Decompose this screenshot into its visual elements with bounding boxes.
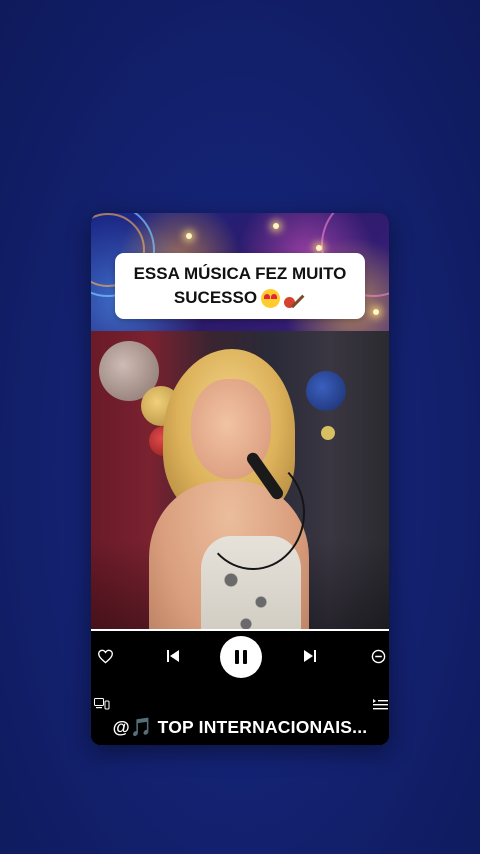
sparkle (186, 233, 192, 239)
pause-icon (235, 650, 247, 664)
next-icon (304, 650, 316, 662)
next-button[interactable] (300, 646, 320, 666)
queue-icon (372, 698, 388, 709)
caption-line-2-row: SUCESSO (174, 286, 306, 310)
pause-button[interactable] (220, 636, 262, 678)
caption-line-1: ESSA MÚSICA FEZ MUITO (133, 264, 347, 283)
hide-button[interactable] (368, 646, 388, 666)
mic-cable (201, 456, 305, 570)
sparkle (316, 245, 322, 251)
guitar-emoji-icon (284, 288, 306, 309)
caption-banner: ESSA MÚSICA FEZ MUITO SUCESSO (91, 213, 389, 331)
stage-balloon (306, 371, 346, 411)
caption-box: ESSA MÚSICA FEZ MUITO SUCESSO (115, 253, 365, 319)
music-note-icon: 🎵 (129, 717, 153, 737)
video-frame[interactable] (91, 331, 389, 629)
caption-line-2: SUCESSO (173, 288, 258, 307)
heart-icon (97, 649, 113, 664)
previous-button[interactable] (163, 646, 183, 666)
previous-icon (167, 650, 179, 662)
music-post-card: ESSA MÚSICA FEZ MUITO SUCESSO @🎵 TOP INT… (91, 213, 389, 745)
queue-button[interactable] (371, 697, 389, 711)
stage-balloon (321, 426, 335, 440)
sparkle (373, 309, 379, 315)
track-prefix: @ (112, 717, 130, 737)
sparkle (273, 223, 279, 229)
lyrics-icon (94, 698, 110, 710)
heart-eyes-emoji-icon (261, 288, 281, 308)
track-title: @🎵 TOP INTERNACIONAIS... (91, 717, 389, 738)
lyrics-button[interactable] (93, 697, 111, 711)
like-button[interactable] (95, 646, 115, 666)
minus-circle-icon (371, 649, 385, 663)
player-controls: @🎵 TOP INTERNACIONAIS... (91, 631, 389, 745)
track-title-text: TOP INTERNACIONAIS... (152, 717, 368, 737)
